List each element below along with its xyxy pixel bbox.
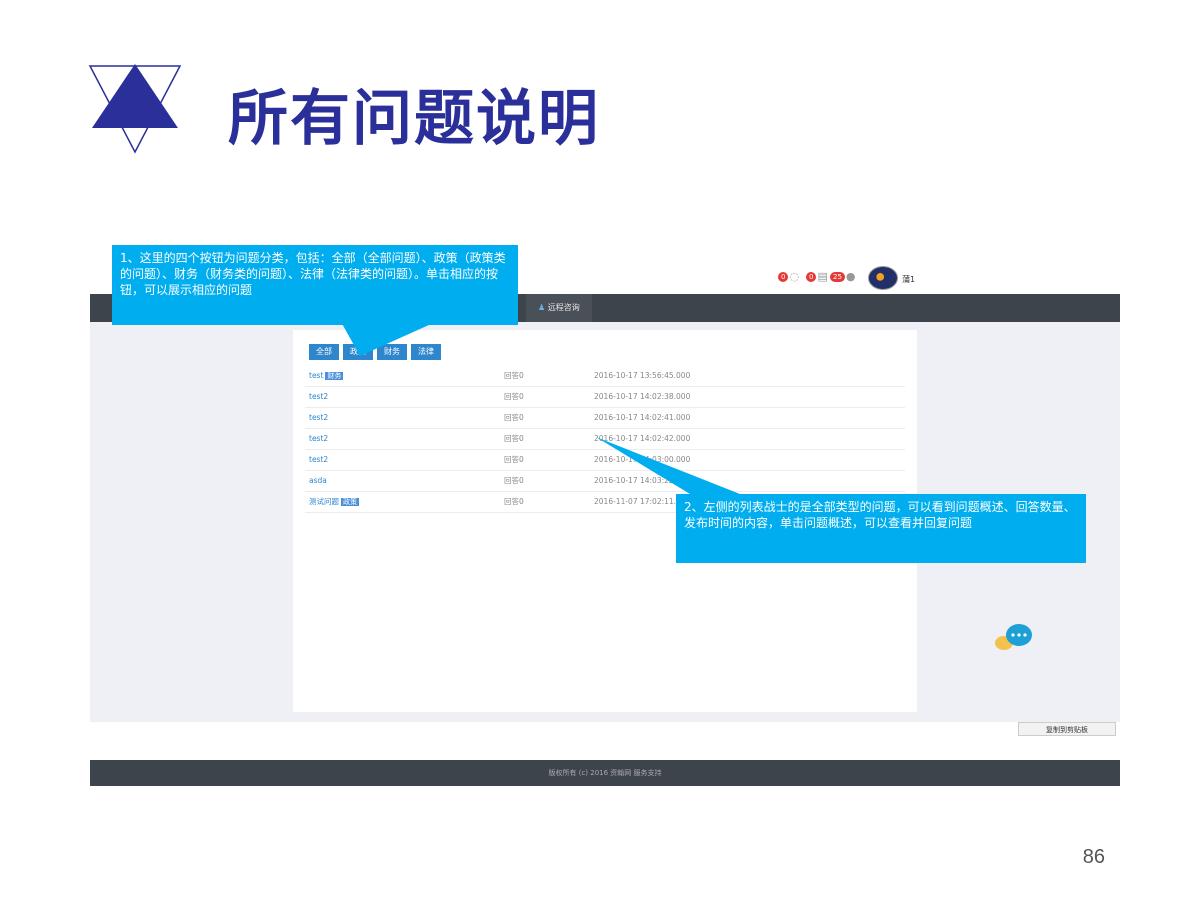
notification-count: 0: [778, 271, 789, 282]
message-icon: ●: [845, 270, 856, 283]
publish-time: 2016-10-17 13:56:45.000: [594, 371, 691, 380]
filter-law-button[interactable]: 法律: [411, 344, 441, 360]
question-title-link[interactable]: test2: [309, 450, 328, 470]
page-number: 86: [1082, 846, 1105, 868]
bell-icon: ◌: [789, 270, 800, 283]
filter-policy-button[interactable]: 政策: [343, 344, 373, 360]
publish-time: 2016-10-17 14:02:38.000: [594, 392, 691, 401]
question-title-link[interactable]: test 财务: [309, 366, 344, 386]
question-title-link[interactable]: test2: [309, 429, 328, 449]
publish-time: 2016-10-17 14:02:42.000: [594, 434, 691, 443]
table-row: asda 回答0 2016-10-17 14:03:22.000: [305, 471, 905, 492]
person-icon: ♟: [538, 303, 546, 312]
notification-message[interactable]: 25 ●: [830, 270, 856, 283]
filter-all-button[interactable]: 全部: [309, 344, 339, 360]
question-list: test 财务 回答0 2016-10-17 13:56:45.000 test2…: [305, 366, 905, 513]
answer-count: 回答0: [504, 455, 524, 464]
table-row: test2 回答0 2016-10-17 14:02:41.000: [305, 408, 905, 429]
table-row: test2 回答0 2016-10-17 14:02:38.000: [305, 387, 905, 408]
avatar[interactable]: [868, 266, 898, 290]
table-row: test2 回答0 2016-10-17 14:02:42.000: [305, 429, 905, 450]
calendar-icon: ▤: [817, 270, 828, 283]
chat-bubbles-icon[interactable]: [992, 622, 1034, 654]
callout-list-explanation: 2、左侧的列表战士的是全部类型的问题，可以看到问题概述、回答数量、发布时间的内容…: [676, 494, 1086, 563]
notification-bell[interactable]: 0 ◌: [778, 270, 799, 283]
answer-count: 回答0: [504, 413, 524, 422]
question-title-link[interactable]: test2: [309, 408, 328, 428]
answer-count: 回答0: [504, 497, 524, 506]
answer-count: 回答0: [504, 371, 524, 380]
answer-count: 回答0: [504, 392, 524, 401]
username[interactable]: 蒲1: [902, 274, 915, 285]
answer-count: 回答0: [504, 476, 524, 485]
question-title-link[interactable]: 测试问题 政策: [309, 492, 359, 512]
callout-filter-explanation: 1、这里的四个按钮为问题分类，包括：全部（全部问题）、政策（政策类的问题）、财务…: [112, 245, 518, 325]
notification-count: 0: [806, 271, 817, 282]
tab-remote-consult[interactable]: ♟ 远程咨询: [526, 294, 592, 322]
triangle-logo-icon: [88, 64, 182, 154]
footer-text: 版权所有 (c) 2016 资翰网 服务支持: [548, 769, 662, 777]
slide-title: 所有问题说明: [228, 84, 600, 154]
footer: 版权所有 (c) 2016 资翰网 服务支持: [90, 760, 1120, 786]
publish-time: 2016-10-17 14:02:41.000: [594, 413, 691, 422]
category-badge: 政策: [341, 498, 359, 506]
filter-finance-button[interactable]: 财务: [377, 344, 407, 360]
question-title-link[interactable]: test2: [309, 387, 328, 407]
question-title-link[interactable]: asda: [309, 471, 327, 491]
notification-calendar[interactable]: 0 ▤: [806, 270, 828, 283]
answer-count: 回答0: [504, 434, 524, 443]
tab-label: 远程咨询: [547, 303, 580, 312]
publish-time: 2016-10-17 14:03:22.000: [594, 476, 691, 485]
copy-to-clipboard-button[interactable]: 复制到剪贴板: [1018, 722, 1116, 736]
notification-count: 25: [830, 271, 845, 282]
publish-time: 2016-10-17 14:03:00.000: [594, 455, 691, 464]
table-row: test 财务 回答0 2016-10-17 13:56:45.000: [305, 366, 905, 387]
filter-buttons: 全部 政策 财务 法律: [309, 344, 441, 360]
table-row: test2 回答0 2016-10-17 14:03:00.000: [305, 450, 905, 471]
category-badge: 财务: [325, 372, 344, 380]
